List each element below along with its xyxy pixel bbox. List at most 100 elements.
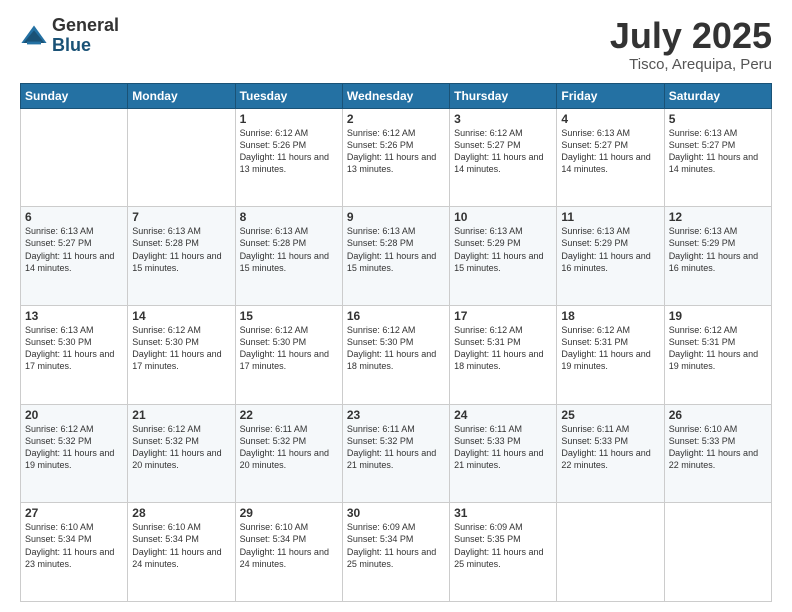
cell-info: Sunrise: 6:13 AMSunset: 5:27 PMDaylight:… (669, 127, 767, 176)
cell-info: Sunrise: 6:13 AMSunset: 5:29 PMDaylight:… (669, 225, 767, 274)
cell-info: Sunrise: 6:10 AMSunset: 5:34 PMDaylight:… (240, 521, 338, 570)
calendar-cell: 6Sunrise: 6:13 AMSunset: 5:27 PMDaylight… (21, 207, 128, 306)
cell-info: Sunrise: 6:12 AMSunset: 5:27 PMDaylight:… (454, 127, 552, 176)
calendar-cell (21, 108, 128, 207)
calendar-cell: 19Sunrise: 6:12 AMSunset: 5:31 PMDayligh… (664, 305, 771, 404)
cell-info: Sunrise: 6:13 AMSunset: 5:27 PMDaylight:… (561, 127, 659, 176)
calendar-cell: 12Sunrise: 6:13 AMSunset: 5:29 PMDayligh… (664, 207, 771, 306)
day-number: 31 (454, 506, 552, 520)
title-month: July 2025 (610, 16, 772, 56)
calendar-cell: 20Sunrise: 6:12 AMSunset: 5:32 PMDayligh… (21, 404, 128, 503)
col-monday: Monday (128, 83, 235, 108)
calendar-cell: 18Sunrise: 6:12 AMSunset: 5:31 PMDayligh… (557, 305, 664, 404)
cell-info: Sunrise: 6:12 AMSunset: 5:30 PMDaylight:… (347, 324, 445, 373)
cell-info: Sunrise: 6:12 AMSunset: 5:26 PMDaylight:… (347, 127, 445, 176)
calendar-cell: 3Sunrise: 6:12 AMSunset: 5:27 PMDaylight… (450, 108, 557, 207)
calendar-cell: 21Sunrise: 6:12 AMSunset: 5:32 PMDayligh… (128, 404, 235, 503)
cell-info: Sunrise: 6:12 AMSunset: 5:32 PMDaylight:… (132, 423, 230, 472)
cell-info: Sunrise: 6:13 AMSunset: 5:28 PMDaylight:… (132, 225, 230, 274)
col-tuesday: Tuesday (235, 83, 342, 108)
day-number: 30 (347, 506, 445, 520)
calendar-cell: 5Sunrise: 6:13 AMSunset: 5:27 PMDaylight… (664, 108, 771, 207)
day-number: 12 (669, 210, 767, 224)
day-number: 27 (25, 506, 123, 520)
cell-info: Sunrise: 6:10 AMSunset: 5:34 PMDaylight:… (132, 521, 230, 570)
calendar-header-row: Sunday Monday Tuesday Wednesday Thursday… (21, 83, 772, 108)
calendar-cell: 1Sunrise: 6:12 AMSunset: 5:26 PMDaylight… (235, 108, 342, 207)
cell-info: Sunrise: 6:12 AMSunset: 5:26 PMDaylight:… (240, 127, 338, 176)
page: General Blue July 2025 Tisco, Arequipa, … (0, 0, 792, 612)
day-number: 20 (25, 408, 123, 422)
logo: General Blue (20, 16, 119, 56)
day-number: 17 (454, 309, 552, 323)
calendar-cell: 7Sunrise: 6:13 AMSunset: 5:28 PMDaylight… (128, 207, 235, 306)
col-friday: Friday (557, 83, 664, 108)
day-number: 13 (25, 309, 123, 323)
calendar-cell: 24Sunrise: 6:11 AMSunset: 5:33 PMDayligh… (450, 404, 557, 503)
day-number: 29 (240, 506, 338, 520)
calendar-table: Sunday Monday Tuesday Wednesday Thursday… (20, 83, 772, 602)
day-number: 14 (132, 309, 230, 323)
cell-info: Sunrise: 6:12 AMSunset: 5:31 PMDaylight:… (669, 324, 767, 373)
calendar-cell (128, 108, 235, 207)
cell-info: Sunrise: 6:12 AMSunset: 5:32 PMDaylight:… (25, 423, 123, 472)
day-number: 6 (25, 210, 123, 224)
day-number: 2 (347, 112, 445, 126)
calendar-cell: 29Sunrise: 6:10 AMSunset: 5:34 PMDayligh… (235, 503, 342, 602)
calendar-cell: 15Sunrise: 6:12 AMSunset: 5:30 PMDayligh… (235, 305, 342, 404)
cell-info: Sunrise: 6:13 AMSunset: 5:28 PMDaylight:… (347, 225, 445, 274)
cell-info: Sunrise: 6:13 AMSunset: 5:30 PMDaylight:… (25, 324, 123, 373)
col-thursday: Thursday (450, 83, 557, 108)
calendar-cell: 16Sunrise: 6:12 AMSunset: 5:30 PMDayligh… (342, 305, 449, 404)
cell-info: Sunrise: 6:13 AMSunset: 5:29 PMDaylight:… (454, 225, 552, 274)
cell-info: Sunrise: 6:13 AMSunset: 5:28 PMDaylight:… (240, 225, 338, 274)
day-number: 5 (669, 112, 767, 126)
calendar-cell: 25Sunrise: 6:11 AMSunset: 5:33 PMDayligh… (557, 404, 664, 503)
calendar-cell: 14Sunrise: 6:12 AMSunset: 5:30 PMDayligh… (128, 305, 235, 404)
cell-info: Sunrise: 6:12 AMSunset: 5:30 PMDaylight:… (240, 324, 338, 373)
day-number: 11 (561, 210, 659, 224)
cell-info: Sunrise: 6:11 AMSunset: 5:32 PMDaylight:… (240, 423, 338, 472)
calendar-cell: 8Sunrise: 6:13 AMSunset: 5:28 PMDaylight… (235, 207, 342, 306)
cell-info: Sunrise: 6:09 AMSunset: 5:34 PMDaylight:… (347, 521, 445, 570)
col-sunday: Sunday (21, 83, 128, 108)
calendar-cell: 31Sunrise: 6:09 AMSunset: 5:35 PMDayligh… (450, 503, 557, 602)
title-location: Tisco, Arequipa, Peru (610, 56, 772, 73)
calendar-cell: 23Sunrise: 6:11 AMSunset: 5:32 PMDayligh… (342, 404, 449, 503)
calendar-cell: 13Sunrise: 6:13 AMSunset: 5:30 PMDayligh… (21, 305, 128, 404)
day-number: 9 (347, 210, 445, 224)
day-number: 15 (240, 309, 338, 323)
cell-info: Sunrise: 6:11 AMSunset: 5:32 PMDaylight:… (347, 423, 445, 472)
logo-icon (20, 22, 48, 50)
calendar-cell (664, 503, 771, 602)
calendar-week-2: 13Sunrise: 6:13 AMSunset: 5:30 PMDayligh… (21, 305, 772, 404)
calendar-cell: 9Sunrise: 6:13 AMSunset: 5:28 PMDaylight… (342, 207, 449, 306)
cell-info: Sunrise: 6:12 AMSunset: 5:31 PMDaylight:… (561, 324, 659, 373)
day-number: 22 (240, 408, 338, 422)
day-number: 18 (561, 309, 659, 323)
calendar-cell: 28Sunrise: 6:10 AMSunset: 5:34 PMDayligh… (128, 503, 235, 602)
day-number: 28 (132, 506, 230, 520)
col-wednesday: Wednesday (342, 83, 449, 108)
day-number: 19 (669, 309, 767, 323)
day-number: 21 (132, 408, 230, 422)
calendar-week-1: 6Sunrise: 6:13 AMSunset: 5:27 PMDaylight… (21, 207, 772, 306)
day-number: 1 (240, 112, 338, 126)
calendar-cell: 22Sunrise: 6:11 AMSunset: 5:32 PMDayligh… (235, 404, 342, 503)
calendar-cell: 17Sunrise: 6:12 AMSunset: 5:31 PMDayligh… (450, 305, 557, 404)
day-number: 10 (454, 210, 552, 224)
calendar-cell: 2Sunrise: 6:12 AMSunset: 5:26 PMDaylight… (342, 108, 449, 207)
calendar-week-4: 27Sunrise: 6:10 AMSunset: 5:34 PMDayligh… (21, 503, 772, 602)
day-number: 4 (561, 112, 659, 126)
calendar-cell: 4Sunrise: 6:13 AMSunset: 5:27 PMDaylight… (557, 108, 664, 207)
day-number: 7 (132, 210, 230, 224)
cell-info: Sunrise: 6:13 AMSunset: 5:29 PMDaylight:… (561, 225, 659, 274)
day-number: 23 (347, 408, 445, 422)
cell-info: Sunrise: 6:10 AMSunset: 5:34 PMDaylight:… (25, 521, 123, 570)
cell-info: Sunrise: 6:12 AMSunset: 5:31 PMDaylight:… (454, 324, 552, 373)
calendar-cell: 26Sunrise: 6:10 AMSunset: 5:33 PMDayligh… (664, 404, 771, 503)
day-number: 24 (454, 408, 552, 422)
calendar-cell (557, 503, 664, 602)
header: General Blue July 2025 Tisco, Arequipa, … (20, 16, 772, 73)
calendar-cell: 27Sunrise: 6:10 AMSunset: 5:34 PMDayligh… (21, 503, 128, 602)
